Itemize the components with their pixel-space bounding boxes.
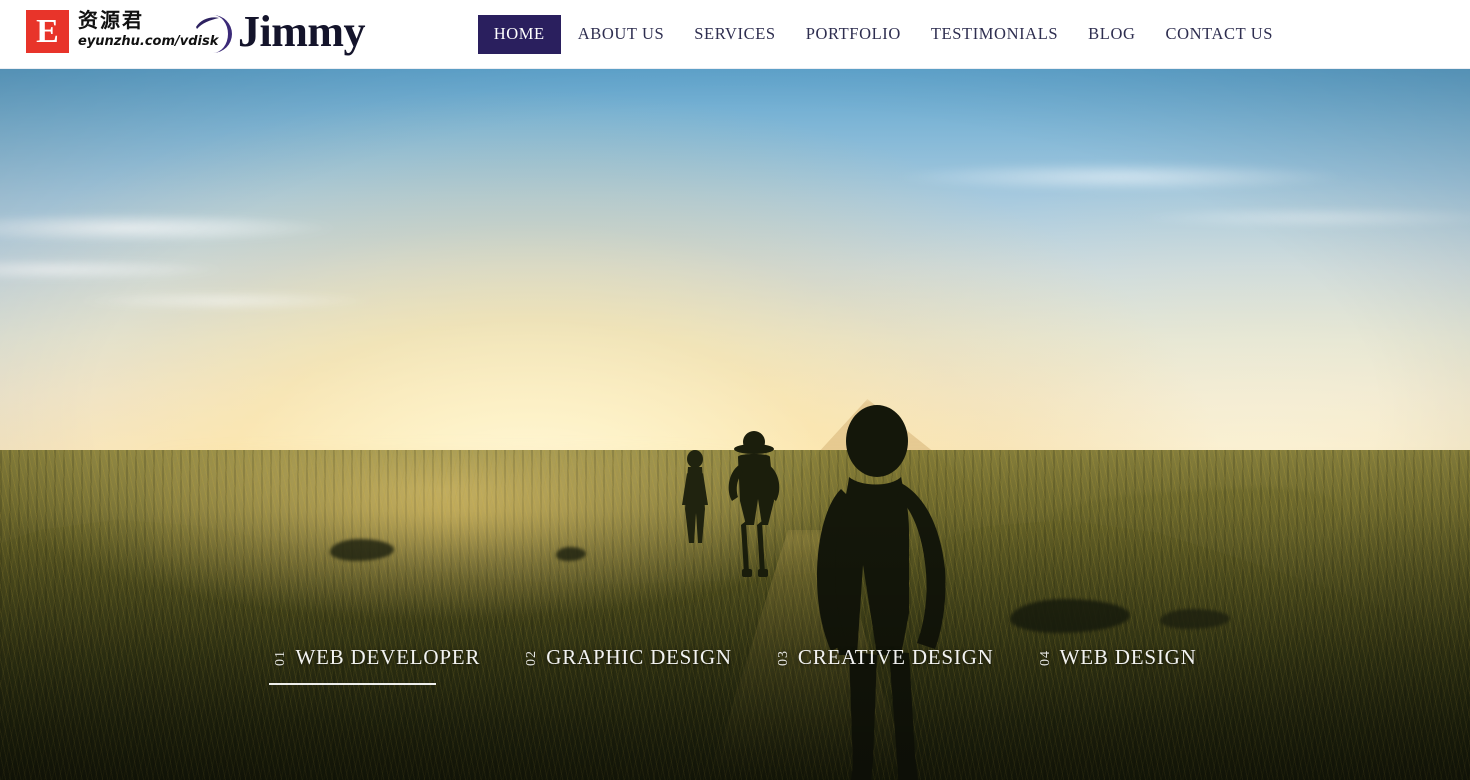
service-label: WEB DEVELOPER (295, 645, 481, 669)
service-number: 01 (273, 649, 289, 666)
page-root: Jimmy HOME ABOUT US SERVICES PORTFOLIO T… (0, 0, 1470, 780)
hiker-silhouette-middle (718, 421, 790, 597)
service-number: 04 (1037, 649, 1053, 666)
watermark-badge-letter: E (36, 12, 59, 50)
watermark-cn-text: 资源君 (78, 8, 144, 32)
watermark-url-text: eyunzhu.com/vdisk (78, 34, 219, 49)
nav-item-testimonials[interactable]: TESTIMONIALS (918, 17, 1071, 52)
service-item-creative-design[interactable]: 03 CREATIVE DESIGN (754, 645, 1016, 670)
brand-name: Jimmy (238, 7, 366, 56)
nav-item-about-us[interactable]: ABOUT US (565, 17, 678, 52)
hero-service-strip: 01 WEB DEVELOPER 02 GRAPHIC DESIGN 03 CR… (0, 645, 1470, 685)
cloud-wisps-left (0, 189, 560, 319)
watermark-overlay: E 资源君 eyunzhu.com/vdisk (24, 8, 218, 55)
nav-item-home[interactable]: HOME (477, 15, 561, 54)
service-item-graphic-design[interactable]: 02 GRAPHIC DESIGN (502, 645, 754, 670)
service-active-underline (269, 683, 437, 685)
main-navigation: HOME ABOUT US SERVICES PORTFOLIO TESTIMO… (476, 0, 1288, 69)
service-number: 02 (524, 649, 540, 666)
nav-item-contact-us[interactable]: CONTACT US (1152, 17, 1286, 52)
hero-banner: 01 WEB DEVELOPER 02 GRAPHIC DESIGN 03 CR… (0, 69, 1470, 780)
site-header: Jimmy HOME ABOUT US SERVICES PORTFOLIO T… (0, 0, 1470, 69)
service-label: WEB DESIGN (1059, 645, 1197, 669)
service-label: CREATIVE DESIGN (797, 645, 994, 669)
cloud-wisps-right (760, 129, 1470, 249)
service-label: GRAPHIC DESIGN (546, 645, 732, 669)
nav-item-portfolio[interactable]: PORTFOLIO (793, 17, 914, 52)
service-item-web-design[interactable]: 04 WEB DESIGN (1016, 645, 1219, 670)
nav-item-blog[interactable]: BLOG (1075, 17, 1148, 52)
hiker-silhouette-foreground (805, 355, 975, 780)
watermark-text-block: 资源君 eyunzhu.com/vdisk (78, 8, 218, 50)
service-number: 03 (775, 649, 791, 666)
service-item-web-developer[interactable]: 01 WEB DEVELOPER (251, 645, 502, 685)
nav-item-services[interactable]: SERVICES (681, 17, 788, 52)
watermark-badge-icon: E (24, 8, 71, 55)
hiker-silhouette-small (676, 447, 714, 577)
